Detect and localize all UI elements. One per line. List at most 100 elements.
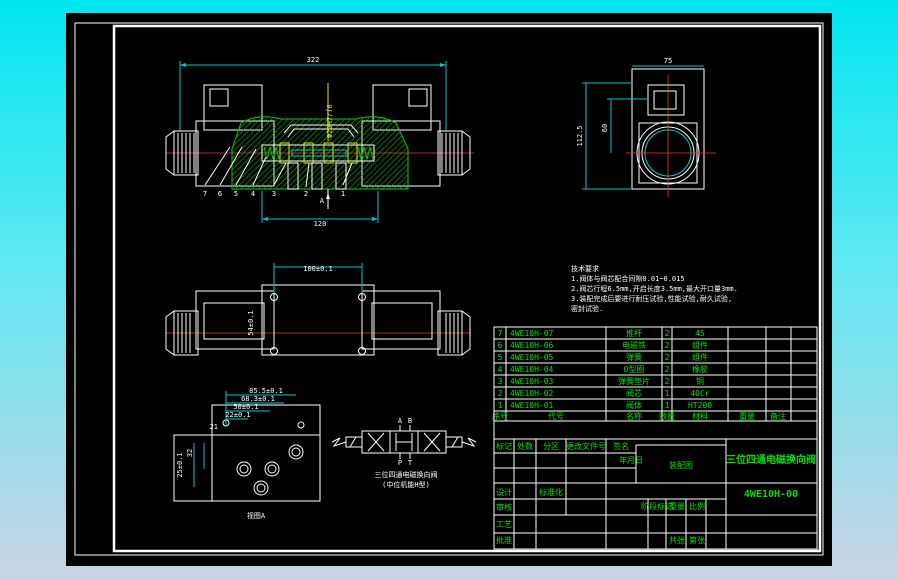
dim-bore: Φ20H7/f6 bbox=[326, 104, 334, 138]
bom-qty: 2 bbox=[665, 341, 670, 350]
dim-68-3: 68.3±0.1 bbox=[241, 395, 275, 403]
dim-32: 32 bbox=[186, 449, 194, 457]
bom-name: 弹簧 bbox=[626, 352, 642, 362]
bom-name: 阀芯 bbox=[626, 388, 642, 398]
bom-name: 推杆 bbox=[626, 328, 642, 338]
balloon-3: 3 bbox=[272, 190, 276, 198]
bom-no: 2 bbox=[498, 389, 503, 398]
symbol-caption-2: (中位机能H型) bbox=[382, 480, 430, 489]
tech-req-title: 技术要求 bbox=[571, 264, 599, 273]
tech-requirements: 技术要求 1.阀体与阀芯配合间隙0.01~0.015 2.阀芯行程6.5mm,开… bbox=[571, 264, 738, 313]
dim-54: 54±0.1 bbox=[247, 310, 255, 335]
bom-no: 7 bbox=[498, 329, 503, 338]
port-label-p: P bbox=[398, 459, 402, 467]
port-label-t: T bbox=[408, 459, 413, 467]
title-block-label: 比例 bbox=[689, 501, 705, 511]
bom-qty: 1 bbox=[665, 389, 670, 398]
bom-code: 4WE10H-01 bbox=[510, 401, 554, 410]
tech-req-line-3: 3.装配完成后要进行耐压试验,性能试验,耐久试验, bbox=[571, 294, 732, 303]
title-block-label: 第张 bbox=[689, 535, 705, 545]
bom-code: 4WE10H-02 bbox=[510, 389, 554, 398]
bom-header-cell: 名称 bbox=[626, 411, 642, 421]
balloon-6: 6 bbox=[218, 190, 222, 198]
bom-header-cell: 重量 bbox=[739, 411, 755, 421]
view-label: 视图A bbox=[247, 511, 266, 520]
tech-req-line-1: 1.阀体与阀芯配合间隙0.01~0.015 bbox=[571, 274, 685, 283]
title-block-label: 更改文件号 bbox=[566, 441, 606, 451]
bom-code: 4WE10H-04 bbox=[510, 365, 554, 374]
dim-75: 75 bbox=[664, 57, 672, 65]
balloon-5: 5 bbox=[234, 190, 238, 198]
dim-21: 21 bbox=[210, 423, 218, 431]
bom-material: 组件 bbox=[692, 340, 708, 350]
bom-qty: 2 bbox=[665, 329, 670, 338]
bom-name: 阀体 bbox=[626, 400, 642, 410]
bom-header-cell: 备注 bbox=[770, 411, 786, 421]
bom-code: 4WE10H-06 bbox=[510, 341, 554, 350]
dim-322: 322 bbox=[307, 56, 320, 64]
bom-code: 4WE10H-07 bbox=[510, 329, 554, 338]
side-view: 75 112.5 60 bbox=[576, 57, 716, 197]
bom-code: 4WE10H-05 bbox=[510, 353, 554, 362]
plan-view: 100±0.1 54±0.1 bbox=[165, 263, 471, 356]
bom-no: 6 bbox=[498, 341, 503, 350]
bom-name: O型圈 bbox=[624, 365, 645, 374]
front-section-view: 322 Φ20H7/f6 120 A bbox=[165, 56, 474, 228]
title-block-label: 共张 bbox=[669, 536, 685, 545]
title-block-labels: 标记 处数 分区 更改文件号 签名年月日设计 标准化阶段标记重量 比例审核工艺批准 共张 第张 bbox=[496, 441, 705, 545]
bom-material: 铜 bbox=[696, 376, 704, 386]
bom-material: HT200 bbox=[688, 401, 712, 410]
bom-no: 4 bbox=[498, 365, 503, 374]
dim-120: 120 bbox=[314, 220, 327, 228]
hydraulic-symbol: A B P T 三位四通电磁换向阀 (中位机能H型) bbox=[331, 417, 477, 489]
dim-112-5: 112.5 bbox=[576, 125, 584, 146]
cad-drawing: 322 Φ20H7/f6 120 A 7 6 5 4 3 2 1 75 112.… bbox=[74, 22, 824, 556]
bom-qty: 2 bbox=[665, 353, 670, 362]
bom-no: 5 bbox=[498, 353, 503, 362]
title-block-label: 工艺 bbox=[496, 520, 512, 529]
bom-qty: 2 bbox=[665, 365, 670, 374]
bom-name: 电磁铁 bbox=[622, 340, 646, 350]
title-block-label: 年月日 bbox=[619, 455, 643, 465]
bom-qty: 1 bbox=[665, 401, 670, 410]
title-block-label: 标准化 bbox=[539, 487, 563, 497]
balloon-7: 7 bbox=[203, 190, 207, 198]
section-label: A bbox=[320, 197, 325, 205]
balloon-1: 1 bbox=[341, 190, 345, 198]
dim-50: 50±0.1 bbox=[233, 403, 258, 411]
bom-no: 1 bbox=[498, 401, 503, 410]
bom-code: 4WE10H-03 bbox=[510, 377, 554, 386]
title-block-label: 签名 bbox=[613, 441, 629, 451]
port-label-a: A bbox=[398, 417, 403, 425]
bom-qty: 2 bbox=[665, 377, 670, 386]
title-block-label: 重量 bbox=[669, 501, 685, 511]
title-block-label: 设计 bbox=[496, 487, 512, 497]
bom-header-cell: 代号 bbox=[548, 411, 564, 421]
tech-req-line-4: 密封试验. bbox=[571, 304, 603, 313]
bom-no: 3 bbox=[498, 377, 503, 386]
drawing-title: 三位四通电磁换向阀 bbox=[726, 453, 816, 466]
dim-85-5: 85.5±0.1 bbox=[249, 387, 283, 395]
bom-material: 40Cr bbox=[690, 389, 709, 398]
bom-header-cell: 数量 bbox=[659, 411, 675, 421]
title-block-label: 标记 bbox=[496, 441, 512, 451]
title-block-label: 处数 bbox=[517, 441, 533, 451]
drawing-number: 4WE10H-00 bbox=[744, 489, 798, 500]
symbol-caption: 三位四通电磁换向阀 bbox=[375, 470, 438, 479]
cad-drawing-canvas: 322 Φ20H7/f6 120 A 7 6 5 4 3 2 1 75 112.… bbox=[66, 13, 832, 566]
dim-25: 25±0.1 bbox=[176, 452, 184, 477]
bom-header-cell: 序号 bbox=[492, 411, 508, 421]
bom-material: 橡胶 bbox=[692, 364, 708, 374]
port-label-b: B bbox=[408, 417, 412, 425]
title-block-label: 批准 bbox=[496, 535, 512, 545]
bom-material: 45 bbox=[695, 329, 705, 338]
dim-100: 100±0.1 bbox=[303, 265, 333, 273]
port-view: 85.5±0.1 68.3±0.1 50±0.1 22±0.1 21 32 25… bbox=[173, 387, 321, 520]
balloon-2: 2 bbox=[304, 190, 308, 198]
dim-60: 60 bbox=[601, 124, 609, 132]
bom-material: 组件 bbox=[692, 352, 708, 362]
bom-header-cell: 材料 bbox=[692, 411, 708, 421]
dim-22: 22±0.1 bbox=[225, 411, 250, 419]
title-block-label: 审核 bbox=[496, 502, 512, 512]
drawing-type: 装配图 bbox=[669, 460, 693, 470]
